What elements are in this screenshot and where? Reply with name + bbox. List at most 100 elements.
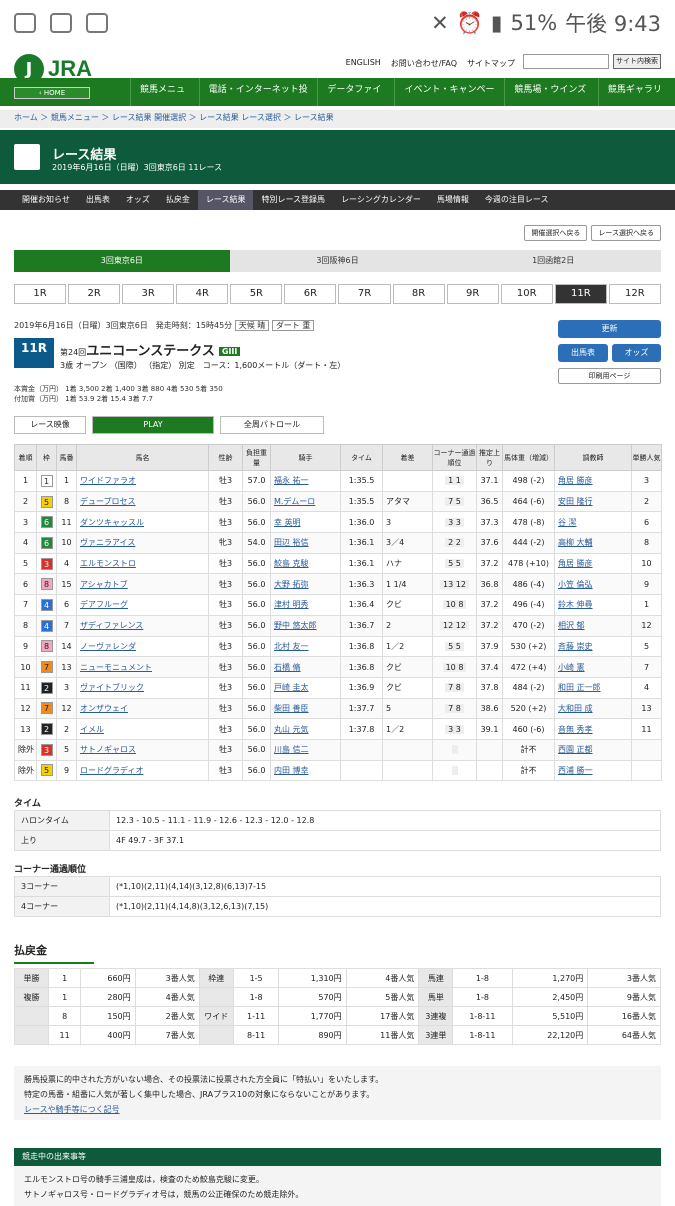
race-tab-5[interactable]: 5R (230, 284, 283, 304)
furlong-label: ハロンタイム (14, 810, 110, 831)
corner4-label: 4コーナー (14, 896, 110, 917)
back-to-race-button[interactable]: レース選択へ戻る (591, 225, 661, 241)
subnav-track[interactable]: 馬場情報 (429, 190, 477, 210)
tab-tokyo[interactable]: 3回東京6日 (14, 250, 230, 272)
track-badge: ダート 重 (271, 320, 315, 331)
body-weight: 530 (+2) (510, 641, 547, 651)
link-sitemap[interactable]: サイトマップ (467, 58, 515, 69)
nav-keiba-menu[interactable]: 競馬メニュー (130, 78, 199, 119)
result-row: 11 2 3 ヴァイトブリック 牡3 56.0 戸崎 圭太 1:36.9 クビ 7 8 37.8 48… (14, 676, 662, 699)
sex-age: 牡3 (218, 497, 233, 507)
waku-badge: 7 (40, 702, 53, 715)
race-tab-2[interactable]: 2R (68, 284, 121, 304)
trainer: 西浦 勝一 (558, 765, 593, 775)
race-tab-4[interactable]: 4R (176, 284, 229, 304)
play-button[interactable]: PLAY (92, 416, 214, 434)
subnav-results[interactable]: レース結果 (197, 190, 254, 210)
race-tab-1[interactable]: 1R (14, 284, 67, 304)
race-tab-7[interactable]: 7R (338, 284, 391, 304)
nav-vote[interactable]: 電話・インターネット投票 (198, 78, 318, 119)
prize-info: 本賞金（万円） 1着 3,500 2着 1,400 3着 880 4着 530 … (14, 385, 223, 403)
jockey: 石橋 脩 (274, 662, 301, 672)
nav-event[interactable]: イベント・キャンペーン (394, 78, 504, 119)
result-row: 4 6 10 ヴァニラアイス 牝3 54.0 田辺 裕信 1:36.1 3／4 2 2 37.6 44… (14, 532, 662, 554)
horse-name: オンザウェイ (80, 703, 128, 713)
subnav-feature[interactable]: 今週の注目レース (477, 190, 557, 210)
horse-no: 9 (63, 765, 70, 775)
search-input[interactable] (523, 54, 609, 69)
result-row: 5 3 4 エルモンストロ 牡3 56.0 鮫島 克駿 1:36.1 ハナ 5 5 37.2 478 … (14, 552, 662, 575)
patrol-button[interactable]: 全周パトロール (220, 416, 324, 434)
finish-pos: 1 (22, 476, 29, 486)
subnav-special[interactable]: 特別レース登録馬 (253, 190, 333, 210)
horse-no: 3 (63, 683, 70, 693)
nav-datafile[interactable]: データファイル (317, 78, 394, 119)
odds-button[interactable]: オッズ (612, 344, 661, 362)
combo: 11 (47, 1025, 82, 1045)
payout-row: 単勝 1 660円 3番人気 枠連 1-5 1,310円 4番人気 馬連 1-8 1,270円 3番人… (14, 968, 661, 988)
tab-hakodate[interactable]: 1回函館2日 (445, 250, 661, 272)
race-tab-12[interactable]: 12R (608, 284, 661, 304)
top-links: ENGLISH お問い合わせ/FAQ サイトマップ (346, 58, 515, 69)
race-tab-3[interactable]: 3R (122, 284, 175, 304)
nav-gallery[interactable]: 競馬ギャラリー (597, 78, 675, 119)
note-3-link[interactable]: レースや騎手等につく記号 (24, 1102, 651, 1117)
mute-icon: ✕ (431, 11, 449, 35)
race-tab-6[interactable]: 6R (284, 284, 337, 304)
corner-order: 12 12 (440, 621, 469, 631)
popularity: 64番人気 (587, 1025, 661, 1045)
entries-button[interactable]: 出馬表 (558, 344, 608, 362)
weight: 56.0 (247, 641, 266, 651)
corner-order: 10 8 (442, 662, 467, 672)
tab-hanshin[interactable]: 3回阪神6日 (230, 250, 446, 272)
last-3f: 36.5 (480, 497, 499, 507)
link-english[interactable]: ENGLISH (346, 58, 381, 69)
race-conditions: 3歳 オープン （国際） （指定） 別定 コース：1,600メートル（ダート・左… (60, 361, 346, 370)
print-page-button[interactable]: 印刷用ページ (558, 368, 661, 384)
page-subtitle: 2019年6月16日（日曜）3回東京6日 11レース (52, 163, 223, 172)
subnav-odds[interactable]: オッズ (118, 190, 158, 210)
search-button[interactable]: サイト内検索 (613, 54, 661, 69)
body-weight: 496 (-4) (512, 600, 545, 610)
bet-type (14, 1006, 49, 1026)
subnav-entries[interactable]: 出馬表 (78, 190, 118, 210)
bet-type (198, 987, 234, 1007)
waku-badge: 6 (40, 536, 53, 549)
nav-course[interactable]: 競馬場・ウインズ等 (504, 78, 598, 119)
refresh-button[interactable]: 更新 (558, 320, 661, 338)
popularity: 9番人気 (587, 987, 661, 1007)
result-row: 2 5 8 デュープロセス 牡3 56.0 M.デムーロ 1:35.5 アタマ 7 5 36.5 46… (14, 490, 662, 513)
sex-age: 牡3 (218, 745, 233, 755)
combo: 1-8-11 (452, 1006, 513, 1026)
race-tab-11[interactable]: 11R (554, 284, 607, 304)
link-faq[interactable]: お問い合わせ/FAQ (391, 58, 457, 69)
last-3f: 37.3 (480, 517, 499, 527)
body-weight: 478 (+10) (508, 559, 549, 569)
last-3f: 38.6 (480, 703, 499, 713)
corner-heading: コーナー通過順位 (14, 865, 87, 875)
race-tab-8[interactable]: 8R (392, 284, 445, 304)
body-weight: 460 (-6) (512, 724, 545, 734)
back-to-meeting-button[interactable]: 開催選択へ戻る (524, 225, 588, 241)
popularity: 4番人気 (345, 968, 420, 988)
race-tab-10[interactable]: 10R (500, 284, 553, 304)
breadcrumb[interactable]: ホーム ＞ 競馬メニュー ＞ レース結果 開催選択 ＞ レース結果 レース選択 … (0, 110, 675, 128)
last-label: 上り (14, 830, 110, 851)
race-tab-9[interactable]: 9R (446, 284, 499, 304)
popularity: 16番人気 (587, 1006, 661, 1026)
subnav-payout[interactable]: 払戻金 (158, 190, 198, 210)
payout-amount: 890円 (278, 1025, 347, 1045)
subnav-info[interactable]: 開催お知らせ (14, 190, 78, 210)
weight: 56.0 (247, 683, 266, 693)
popularity: 6 (643, 517, 650, 527)
home-button[interactable]: ‹ HOME (14, 87, 90, 99)
waku-badge: 6 (40, 516, 53, 529)
bet-type: 3連単 (418, 1025, 454, 1045)
result-row: 7 4 6 デアフルーグ 牡3 56.0 津村 明秀 1:36.4 クビ 10 8 37.2 496 … (14, 594, 662, 616)
jockey: 柴田 善臣 (274, 703, 309, 713)
payout-row: 8 150円 2番人気 ワイド 1-11 1,770円 17番人気 3連複 1-8-11 5,51… (14, 1006, 661, 1026)
horse-name: イメル (80, 724, 104, 734)
sex-age: 牡3 (218, 600, 233, 610)
subnav-calendar[interactable]: レーシングカレンダー (333, 190, 429, 210)
weight: 56.0 (247, 559, 266, 569)
